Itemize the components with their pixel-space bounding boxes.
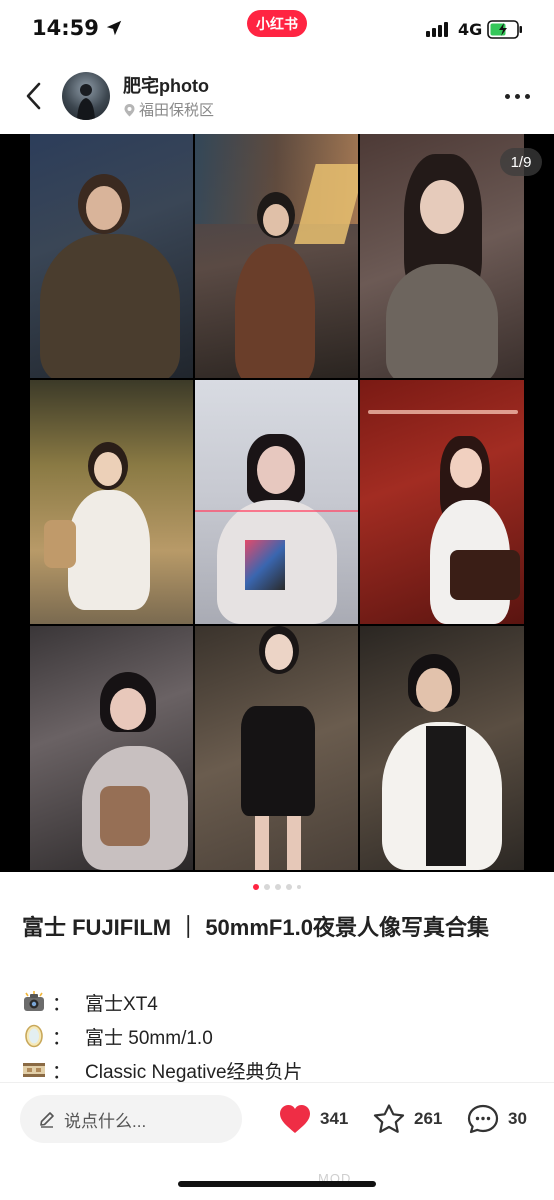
like-count: 341 <box>320 1109 349 1128</box>
dot-icon <box>524 93 530 99</box>
carousel-dot <box>297 885 301 889</box>
location-text: 福田保税区 <box>139 102 215 119</box>
map-pin-icon <box>124 103 135 116</box>
photo-9 <box>360 626 524 870</box>
battery-icon <box>487 20 522 39</box>
carousel-dot <box>253 884 259 890</box>
star-icon <box>373 1104 405 1133</box>
meta-film-text: Classic Negative经典负片 <box>85 1061 303 1083</box>
post-title: 富士 FUJIFILM ｜ 50mmF1.0夜景人像写真合集 <box>22 915 489 940</box>
status-bar: 14:59 小红书 4G <box>0 0 554 58</box>
carousel-dot <box>264 884 270 890</box>
location-tag[interactable]: 福田保税区 <box>123 99 214 120</box>
photo-7 <box>30 626 193 870</box>
carousel-dot <box>275 884 281 890</box>
photo-4 <box>30 380 193 624</box>
meta-lens: ： 富士 50mm/1.0 <box>22 1019 213 1053</box>
post-header: 肥宅photo 福田保税区 <box>0 62 554 130</box>
meta-colon: ： <box>52 1027 72 1049</box>
photo-collage <box>30 134 524 872</box>
comment-placeholder: 说点什么... <box>64 1111 147 1131</box>
meta-colon: ： <box>52 993 72 1015</box>
comment-input[interactable]: 说点什么... <box>20 1095 242 1143</box>
collect-count: 261 <box>414 1109 443 1128</box>
photo-6 <box>360 380 524 624</box>
photo-5 <box>195 380 358 624</box>
comment-count: 30 <box>508 1109 527 1128</box>
dot-icon <box>514 93 520 99</box>
carousel-indicator <box>0 884 554 890</box>
lens-icon <box>22 1024 46 1048</box>
avatar-figure <box>77 84 95 120</box>
photo-3 <box>360 134 524 378</box>
more-options-button[interactable] <box>500 82 534 110</box>
camera-icon <box>22 990 46 1014</box>
meta-lens-text: 富士 50mm/1.0 <box>85 1027 213 1049</box>
photo-1 <box>30 134 193 378</box>
chevron-left-icon <box>26 82 41 110</box>
photo-2 <box>195 134 358 378</box>
comment-button[interactable]: 30 <box>466 1101 527 1137</box>
carousel-dot <box>286 884 292 890</box>
bottom-action-bar: 说点什么... 341 261 30 MOD <box>0 1082 554 1200</box>
post-media-carousel[interactable]: 1/9 <box>0 134 554 872</box>
app-badge[interactable]: 小红书 <box>247 10 307 37</box>
dot-icon <box>504 93 510 99</box>
meta-camera-text: 富士XT4 <box>85 993 158 1015</box>
status-time: 14:59 <box>32 16 123 40</box>
pencil-icon <box>40 1112 54 1128</box>
signal-icon <box>426 22 448 37</box>
home-indicator[interactable] <box>178 1181 376 1187</box>
film-icon <box>22 1058 46 1082</box>
meta-camera: ： 富士XT4 <box>22 985 158 1019</box>
heart-icon <box>280 1105 310 1133</box>
meta-colon: ： <box>52 1061 72 1083</box>
time-text: 14:59 <box>32 16 99 40</box>
back-button[interactable] <box>18 78 48 114</box>
comment-bubble-icon <box>467 1104 499 1134</box>
location-arrow-icon <box>106 20 122 36</box>
photo-8 <box>195 626 358 870</box>
author-name[interactable]: 肥宅photo <box>123 72 209 98</box>
network-label: 4G <box>458 20 483 39</box>
page-counter: 1/9 <box>500 148 542 176</box>
collect-button[interactable]: 261 <box>372 1101 442 1137</box>
author-avatar[interactable] <box>62 72 110 120</box>
like-button[interactable]: 341 <box>278 1101 348 1137</box>
